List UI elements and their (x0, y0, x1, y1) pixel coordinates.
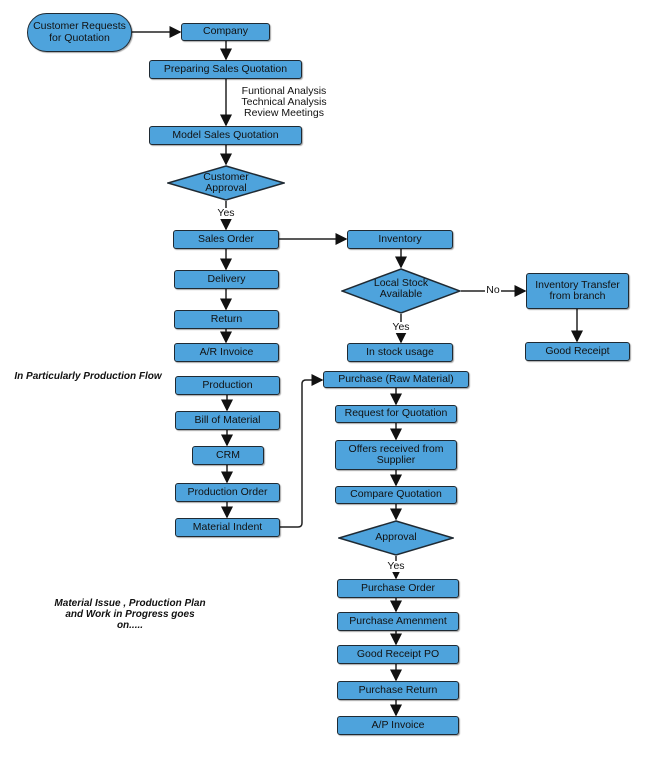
node-model-sales-quotation: Model Sales Quotation (149, 126, 302, 145)
decision-label: Local Stock Available (373, 276, 429, 300)
node-crm: CRM (192, 446, 264, 465)
decision-local-stock: Local Stock Available (341, 268, 461, 314)
node-purchase-raw-material: Purchase (Raw Material) (323, 371, 469, 388)
node-in-stock-usage: In stock usage (347, 343, 453, 362)
node-delivery: Delivery (174, 270, 279, 289)
node-return: Return (174, 310, 279, 329)
yes-label: Yes (389, 321, 413, 334)
node-material-indent: Material Indent (175, 518, 280, 537)
node-production: Production (175, 376, 280, 395)
flowchart-canvas: Customer Requests for Quotation Company … (0, 0, 672, 779)
node-purchase-return: Purchase Return (337, 681, 459, 700)
production-flow-note: In Particularly Production Flow (14, 371, 162, 382)
edge (280, 374, 324, 528)
no-label: No (485, 284, 501, 297)
node-request-for-quotation: Request for Quotation (335, 405, 457, 423)
decision-label: Approval (375, 531, 417, 544)
node-bill-of-material: Bill of Material (175, 411, 280, 430)
node-compare-quotation: Compare Quotation (335, 486, 457, 504)
node-purchase-order: Purchase Order (337, 579, 459, 598)
decision-customer-approval: Customer Approval (167, 165, 285, 201)
node-ar-invoice: A/R Invoice (174, 343, 279, 362)
yes-label: Yes (214, 207, 238, 220)
decision-label: Customer Approval (203, 170, 249, 194)
node-good-receipt: Good Receipt (525, 342, 630, 361)
connectors (132, 26, 583, 717)
node-preparing-sales-quotation: Preparing Sales Quotation (149, 60, 302, 79)
end-note: Material Issue , Production Plan and Wor… (54, 598, 206, 631)
node-offers-received: Offers received from Supplier (335, 440, 457, 470)
start-terminator: Customer Requests for Quotation (27, 13, 132, 52)
node-inventory-transfer: Inventory Transfer from branch (526, 273, 629, 309)
decision-approval: Approval (338, 520, 454, 556)
node-good-receipt-po: Good Receipt PO (337, 645, 459, 664)
node-company: Company (181, 23, 270, 41)
node-production-order: Production Order (175, 483, 280, 502)
node-sales-order: Sales Order (173, 230, 279, 249)
node-purchase-amendment: Purchase Amenment (337, 612, 459, 631)
analysis-annotation: Funtional Analysis Technical Analysis Re… (241, 85, 327, 120)
node-inventory: Inventory (347, 230, 453, 249)
node-ap-invoice: A/P Invoice (337, 716, 459, 735)
yes-label: Yes (384, 560, 408, 573)
